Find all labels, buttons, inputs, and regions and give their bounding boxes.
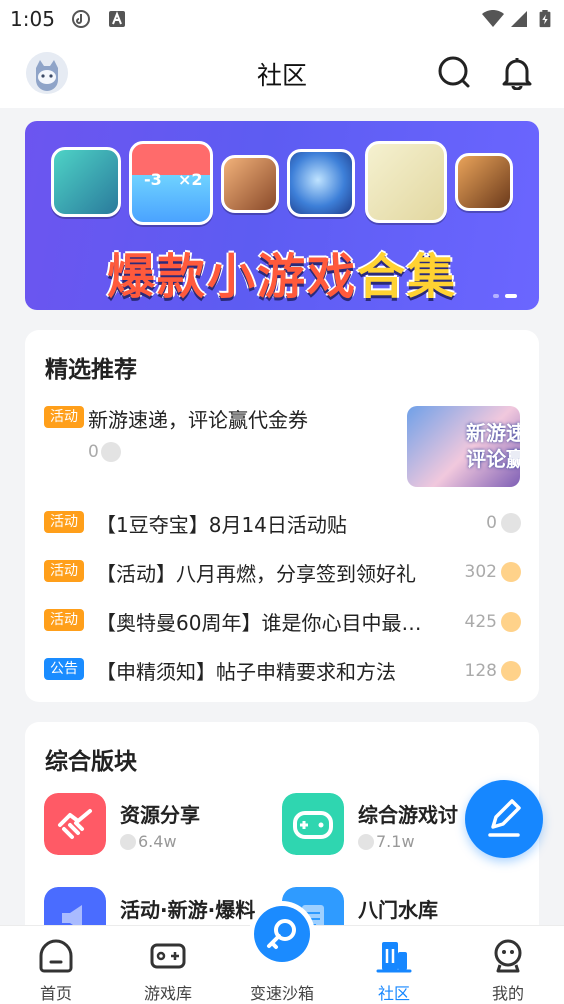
- nav-item-community[interactable]: 社区: [338, 926, 450, 1004]
- nav-label: 我的: [491, 984, 524, 1003]
- compose-post-button[interactable]: [465, 780, 543, 858]
- key-icon: [267, 919, 296, 949]
- post-count: 0: [486, 513, 497, 533]
- board-name: 综合游戏讨: [358, 803, 458, 827]
- game-tile-fox: [455, 153, 513, 211]
- post-tag: 公告: [44, 658, 84, 680]
- top-header: 社区: [0, 38, 564, 108]
- post-title: 新游速递，评论赢代金券: [88, 408, 308, 432]
- comment-bubble-icon: [501, 612, 521, 632]
- pencil-icon: [488, 799, 521, 837]
- profile-face-icon: [494, 939, 522, 973]
- post-count: 128: [464, 661, 497, 681]
- status-bar: 1:05: [0, 0, 564, 38]
- post-count: 0: [88, 442, 99, 462]
- comment-bubble-icon: [358, 834, 374, 850]
- tiktok-notification-icon: [72, 10, 90, 28]
- board-name: 八门水库: [358, 898, 438, 922]
- banner-headline: 爆款小游戏合集: [25, 237, 539, 307]
- nav-item-home[interactable]: 首页: [0, 926, 112, 1004]
- featured-card: 精选推荐 活动 新游速递，评论赢代金券 0 新游速 评论赢 活动 【1豆夺宝】8…: [25, 330, 539, 702]
- boards-title: 综合版块: [45, 749, 137, 775]
- banner-dot: [493, 294, 499, 298]
- game-tile-label-b: ×2: [178, 170, 203, 189]
- post-count: 302: [464, 562, 497, 582]
- game-tile-runner: -3 ×2: [129, 141, 213, 225]
- post-title: 【奥特曼60周年】谁是你心目中最…: [96, 611, 422, 635]
- gamepad-icon: [282, 793, 344, 855]
- post-thumbnail: 新游速 评论赢: [407, 406, 520, 487]
- comment-bubble-icon: [120, 834, 136, 850]
- banner-pagination: [493, 294, 517, 298]
- banner-dot-active: [505, 294, 517, 298]
- nav-label: 社区: [377, 984, 410, 1003]
- comment-bubble-icon: [101, 442, 121, 462]
- game-tile-label-a: -3: [144, 170, 162, 189]
- featured-title: 精选推荐: [45, 357, 137, 383]
- comment-bubble-icon: [501, 513, 521, 533]
- search-icon[interactable]: [436, 54, 472, 90]
- board-count: 6.4w: [138, 832, 177, 851]
- post-title: 【1豆夺宝】8月14日活动贴: [96, 513, 347, 537]
- home-icon: [39, 939, 73, 973]
- battery-icon: [539, 10, 551, 28]
- banner-headline-main: 爆款小游戏: [106, 249, 357, 305]
- post-tag: 活动: [44, 609, 84, 631]
- post-tag: 活动: [44, 560, 84, 582]
- app-notification-icon: [109, 11, 125, 27]
- board-count: 7.1w: [376, 832, 415, 851]
- nav-label: 首页: [39, 984, 72, 1003]
- banner-headline-gold: 合集: [357, 249, 458, 305]
- nav-label: 变速沙箱: [249, 984, 314, 1003]
- signal-icon: [511, 11, 527, 27]
- post-count: 425: [464, 612, 497, 632]
- game-tile-planet: [287, 149, 355, 217]
- page-title: 社区: [256, 61, 307, 90]
- speed-sandbox-button[interactable]: [254, 906, 310, 962]
- post-tag: 活动: [44, 511, 84, 533]
- game-tile-warrior: [221, 155, 279, 213]
- board-name: 资源分享: [120, 803, 200, 827]
- post-title: 【活动】八月再燃，分享签到领好礼: [96, 562, 416, 586]
- handshake-icon: [44, 793, 106, 855]
- thumbnail-caption: 新游速 评论赢: [466, 421, 520, 471]
- wifi-icon: [482, 10, 504, 27]
- post-title: 【申精须知】帖子申精要求和方法: [96, 660, 396, 684]
- nav-label: 游戏库: [143, 984, 192, 1003]
- game-tile-pig: [365, 141, 447, 223]
- post-tag: 活动: [44, 406, 84, 428]
- gamepad-icon: [150, 943, 186, 969]
- comment-bubble-icon: [501, 562, 521, 582]
- nav-item-game-library[interactable]: 游戏库: [112, 926, 224, 1004]
- community-building-icon: [376, 942, 412, 973]
- board-name: 活动·新游·爆料: [120, 898, 256, 922]
- comment-bubble-icon: [501, 661, 521, 681]
- bell-icon[interactable]: [499, 54, 535, 90]
- promo-banner[interactable]: -3 ×2 爆款小游戏合集: [25, 121, 539, 310]
- status-time: 1:05: [10, 7, 55, 31]
- game-tile-monster: [51, 147, 121, 217]
- nav-item-profile[interactable]: 我的: [452, 926, 564, 1004]
